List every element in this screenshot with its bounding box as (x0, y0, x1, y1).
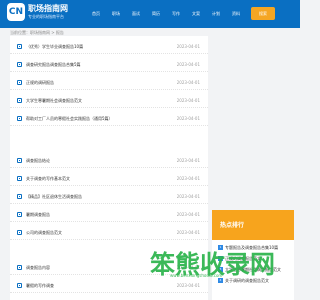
document-icon (17, 44, 22, 49)
list-item-date: 2023-04-01 (176, 176, 200, 181)
search-button[interactable]: 搜索 (251, 7, 275, 20)
nav-item-home[interactable]: 首页 (86, 8, 106, 20)
document-icon (17, 98, 22, 103)
document-icon (17, 116, 22, 121)
list-item[interactable]: 关于调查的写作基本范文 2023-04-01 (10, 171, 208, 186)
logo-slogan: 专业的职场指南平台 (28, 14, 64, 19)
site-logo[interactable]: CN 职场指南网 专业的职场指南平台 (7, 3, 85, 25)
list-item-title[interactable]: 公司的调查报告范文 (26, 225, 171, 240)
nav-item-resume[interactable]: 简历 (146, 8, 166, 20)
watermark-subtext: www.benxiongshoulu.com (170, 273, 223, 278)
nav-item-copy[interactable]: 文案 (186, 8, 206, 20)
document-icon (17, 265, 22, 270)
list-item[interactable]: 调查报告结论 2023-04-01 (10, 153, 208, 168)
list-item-title[interactable]: 关于调查的写作基本范文 (26, 171, 171, 186)
list-item[interactable]: （优秀）学生毕业调查报告10篇 2023-04-01 (10, 39, 208, 54)
nav-item-plan[interactable]: 计划 (206, 8, 226, 20)
list-item-date: 2023-04-01 (176, 80, 200, 85)
list-item-date: 2023-04-01 (176, 158, 200, 163)
list-item[interactable]: 公司的调查报告范文 2023-04-01 (10, 225, 208, 240)
nav-item-interview[interactable]: 面试 (126, 8, 146, 20)
list-item-date: 2023-04-01 (176, 44, 200, 49)
hot-ranking-title: 热点排行 (220, 222, 245, 229)
list-item-title[interactable]: 正规的调研报告 (26, 75, 171, 90)
watermark-overlay: 笨熊收录网 www.benxiongshoulu.com (150, 245, 296, 285)
list-item-date: 2023-04-01 (176, 194, 200, 199)
list-item-date: 2023-04-01 (176, 116, 200, 121)
main-nav: 首页 职场 面试 简历 写作 文案 计划 资料 (86, 8, 246, 20)
hot-ranking-header: 热点排行 (212, 210, 294, 240)
nav-item-resources[interactable]: 资料 (226, 8, 246, 20)
nav-item-writing[interactable]: 写作 (166, 8, 186, 20)
document-icon (17, 62, 22, 67)
document-icon (17, 80, 22, 85)
list-item-title[interactable]: 暑期调查报告 (26, 207, 171, 222)
list-item-date: 2023-04-01 (176, 230, 200, 235)
document-icon (17, 176, 22, 181)
list-item-date: 2023-04-01 (176, 212, 200, 217)
list-item[interactable]: 【精品】社区退休生活调查报告 2023-04-01 (10, 189, 208, 204)
list-item-title[interactable]: 大学生寒暑期社会调查报告范文 (26, 93, 171, 108)
document-icon (17, 194, 22, 199)
list-item[interactable]: 大学生寒暑期社会调查报告范文 2023-04-01 (10, 93, 208, 108)
list-item[interactable]: 帮助对工厂人员的寒假社会实践报告（通用5篇） 2023-04-01 (10, 111, 208, 126)
document-icon (17, 283, 22, 288)
logo-badge: CN (7, 3, 25, 21)
list-item-title[interactable]: 调查研究报告调查报告合集5篇 (26, 57, 171, 72)
document-icon (17, 230, 22, 235)
list-item-title[interactable]: 调查报告结论 (26, 153, 171, 168)
list-item-title[interactable]: 【精品】社区退休生活调查报告 (26, 189, 171, 204)
logo-name: 职场指南网 (28, 4, 68, 13)
list-item[interactable]: 调查研究报告调查报告合集5篇 2023-04-01 (10, 57, 208, 72)
list-item[interactable]: 暑期调查报告 2023-04-01 (10, 207, 208, 222)
list-item-date: 2023-04-01 (176, 62, 200, 67)
nav-item-workplace[interactable]: 职场 (106, 8, 126, 20)
list-item[interactable]: 正规的调研报告 2023-04-01 (10, 75, 208, 90)
document-icon (17, 212, 22, 217)
list-item-title[interactable]: （优秀）学生毕业调查报告10篇 (26, 39, 171, 54)
list-item-date: 2023-04-01 (176, 98, 200, 103)
site-header: CN 职场指南网 专业的职场指南平台 首页 职场 面试 简历 写作 文案 计划 … (0, 0, 300, 28)
list-item-title[interactable]: 帮助对工厂人员的寒假社会实践报告（通用5篇） (26, 111, 171, 126)
document-icon (17, 158, 22, 163)
